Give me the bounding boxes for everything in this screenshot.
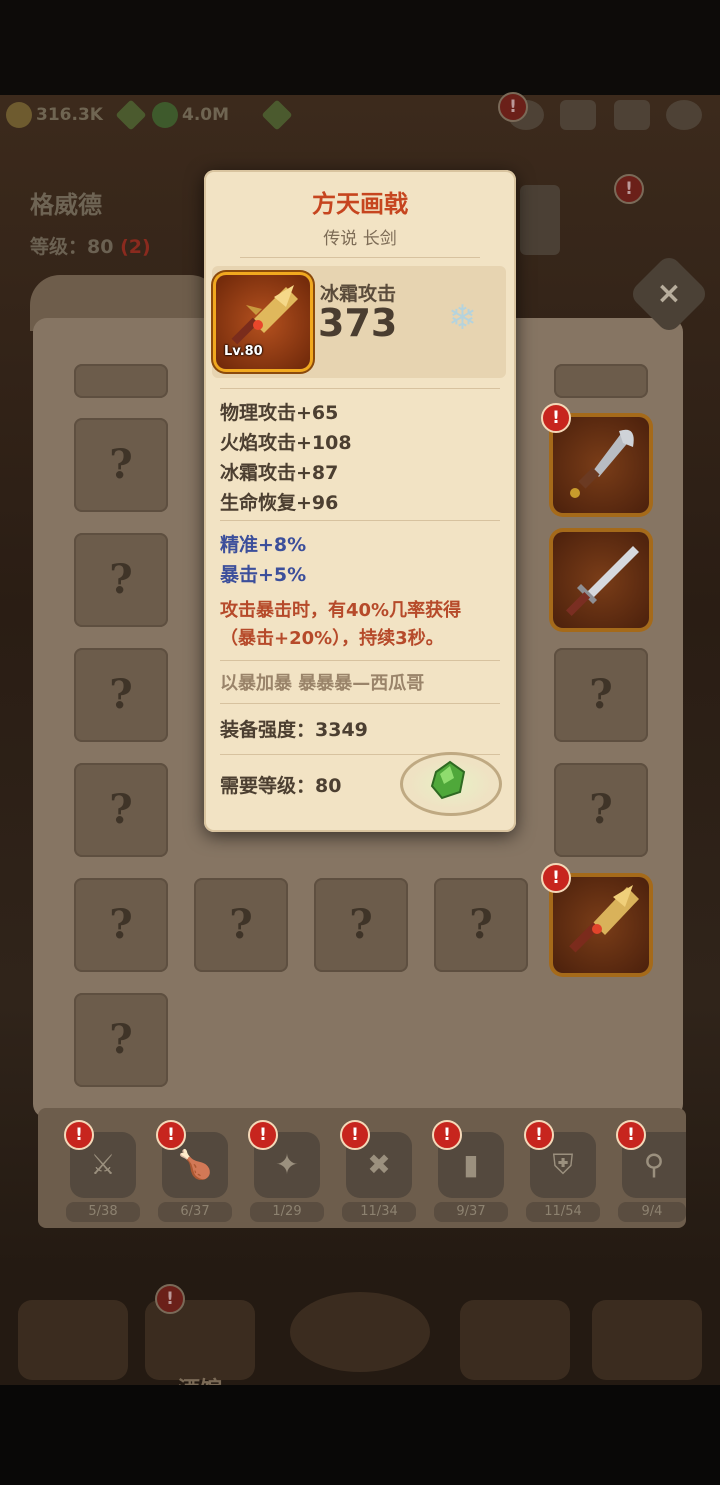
divider (240, 257, 480, 258)
item-alert-icon: ! (541, 863, 571, 893)
inventory-item-sword[interactable] (553, 532, 649, 628)
divider (220, 660, 500, 661)
required-level: 需要等级：80 (220, 775, 342, 797)
inventory-slot[interactable] (74, 364, 168, 398)
inventory-slot-unknown[interactable]: ? (74, 418, 168, 512)
inventory-slot-unknown[interactable]: ? (74, 763, 168, 857)
inventory-slot-unknown[interactable]: ? (554, 763, 648, 857)
stat-crit: 暴击+5% (220, 564, 307, 586)
snowflake-icon: ❄ (448, 298, 477, 338)
stat-fire-attack: 火焰攻击+108 (220, 432, 352, 454)
stat-accuracy: 精准+8% (220, 534, 307, 556)
nav-tavern-button[interactable] (145, 1300, 255, 1380)
category-tab-count: 9/4 (618, 1202, 686, 1222)
divider (220, 520, 500, 521)
stat-frost-attack: 冰霜攻击+87 (220, 462, 339, 484)
category-tab-count: 5/38 (66, 1202, 140, 1222)
main-stat-value: 373 (318, 301, 398, 345)
nav-battle-button[interactable] (290, 1292, 430, 1372)
item-alert-icon: ! (541, 403, 571, 433)
item-level-badge: Lv.80 (224, 344, 263, 359)
nav-house-button[interactable] (18, 1300, 128, 1380)
event-alert-icon: ! (498, 92, 528, 122)
green-gem-icon (428, 758, 468, 802)
inventory-slot-unknown[interactable]: ? (194, 878, 288, 972)
gold-coin-icon (6, 102, 32, 128)
special-effect-line1: 攻击暴击时，有40%几率获得 (220, 600, 462, 621)
inventory-slot-unknown[interactable]: ? (554, 648, 648, 742)
gold-counter: 316.3K (6, 100, 103, 130)
divider (220, 703, 500, 704)
category-alert-icon: ! (248, 1120, 278, 1150)
hero-level-text: 等级：80 (30, 236, 114, 258)
gold-amount: 316.3K (36, 105, 103, 125)
inventory-slot-unknown[interactable]: ? (74, 878, 168, 972)
category-alert-icon: ! (340, 1120, 370, 1150)
stat-physical-attack: 物理攻击+65 (220, 402, 339, 424)
nav-shop-button[interactable] (460, 1300, 570, 1380)
leaf-gem-icon (152, 102, 178, 128)
category-tab-count: 11/54 (526, 1202, 600, 1222)
inventory-slot-unknown[interactable]: ? (74, 993, 168, 1087)
item-title: 方天画戟 (312, 190, 408, 218)
category-alert-icon: ! (64, 1120, 94, 1150)
helmet-slot-icon (520, 185, 560, 255)
nav-forge-button[interactable] (592, 1300, 702, 1380)
item-rarity-type: 传说 长剑 (323, 229, 397, 249)
hero-name: 格威德 (30, 191, 102, 219)
divider (220, 388, 500, 389)
hero-level: 等级：80 (2) (30, 232, 151, 259)
category-tab-count: 1/29 (250, 1202, 324, 1222)
category-alert-icon: ! (156, 1120, 186, 1150)
inventory-slot[interactable] (554, 364, 648, 398)
inventory-slot-unknown[interactable]: ? (434, 878, 528, 972)
settings-gear-icon[interactable] (666, 100, 702, 130)
inventory-item-halberd[interactable] (553, 877, 649, 973)
stat-life-regen: 生命恢复+96 (220, 492, 339, 514)
helmet-alert-icon: ! (614, 174, 644, 204)
equipment-power: 装备强度：3349 (220, 719, 368, 741)
category-tab-count: 9/37 (434, 1202, 508, 1222)
category-alert-icon: ! (616, 1120, 646, 1150)
gem-amount: 4.0M (182, 105, 230, 125)
inventory-slot-unknown[interactable]: ? (314, 878, 408, 972)
special-effect-line2: （暴击+20%），持续3秒。 (220, 628, 444, 649)
inventory-slot-unknown[interactable]: ? (74, 533, 168, 627)
mail-icon[interactable] (614, 100, 650, 130)
tavern-alert-icon: ! (155, 1284, 185, 1314)
category-tab-count: 6/37 (158, 1202, 232, 1222)
hero-level-bonus: (2) (120, 236, 151, 258)
inventory-item-hook-blade[interactable] (553, 417, 649, 513)
chat-icon[interactable] (560, 100, 596, 130)
category-alert-icon: ! (432, 1120, 462, 1150)
footer-bar (0, 1385, 720, 1485)
category-tab-count: 11/34 (342, 1202, 416, 1222)
close-icon: × (656, 276, 682, 311)
inventory-slot-unknown[interactable]: ? (74, 648, 168, 742)
flavor-quote: 以暴加暴 暴暴暴—西瓜哥 (220, 673, 425, 694)
category-alert-icon: ! (524, 1120, 554, 1150)
gem-counter: 4.0M (152, 100, 229, 130)
